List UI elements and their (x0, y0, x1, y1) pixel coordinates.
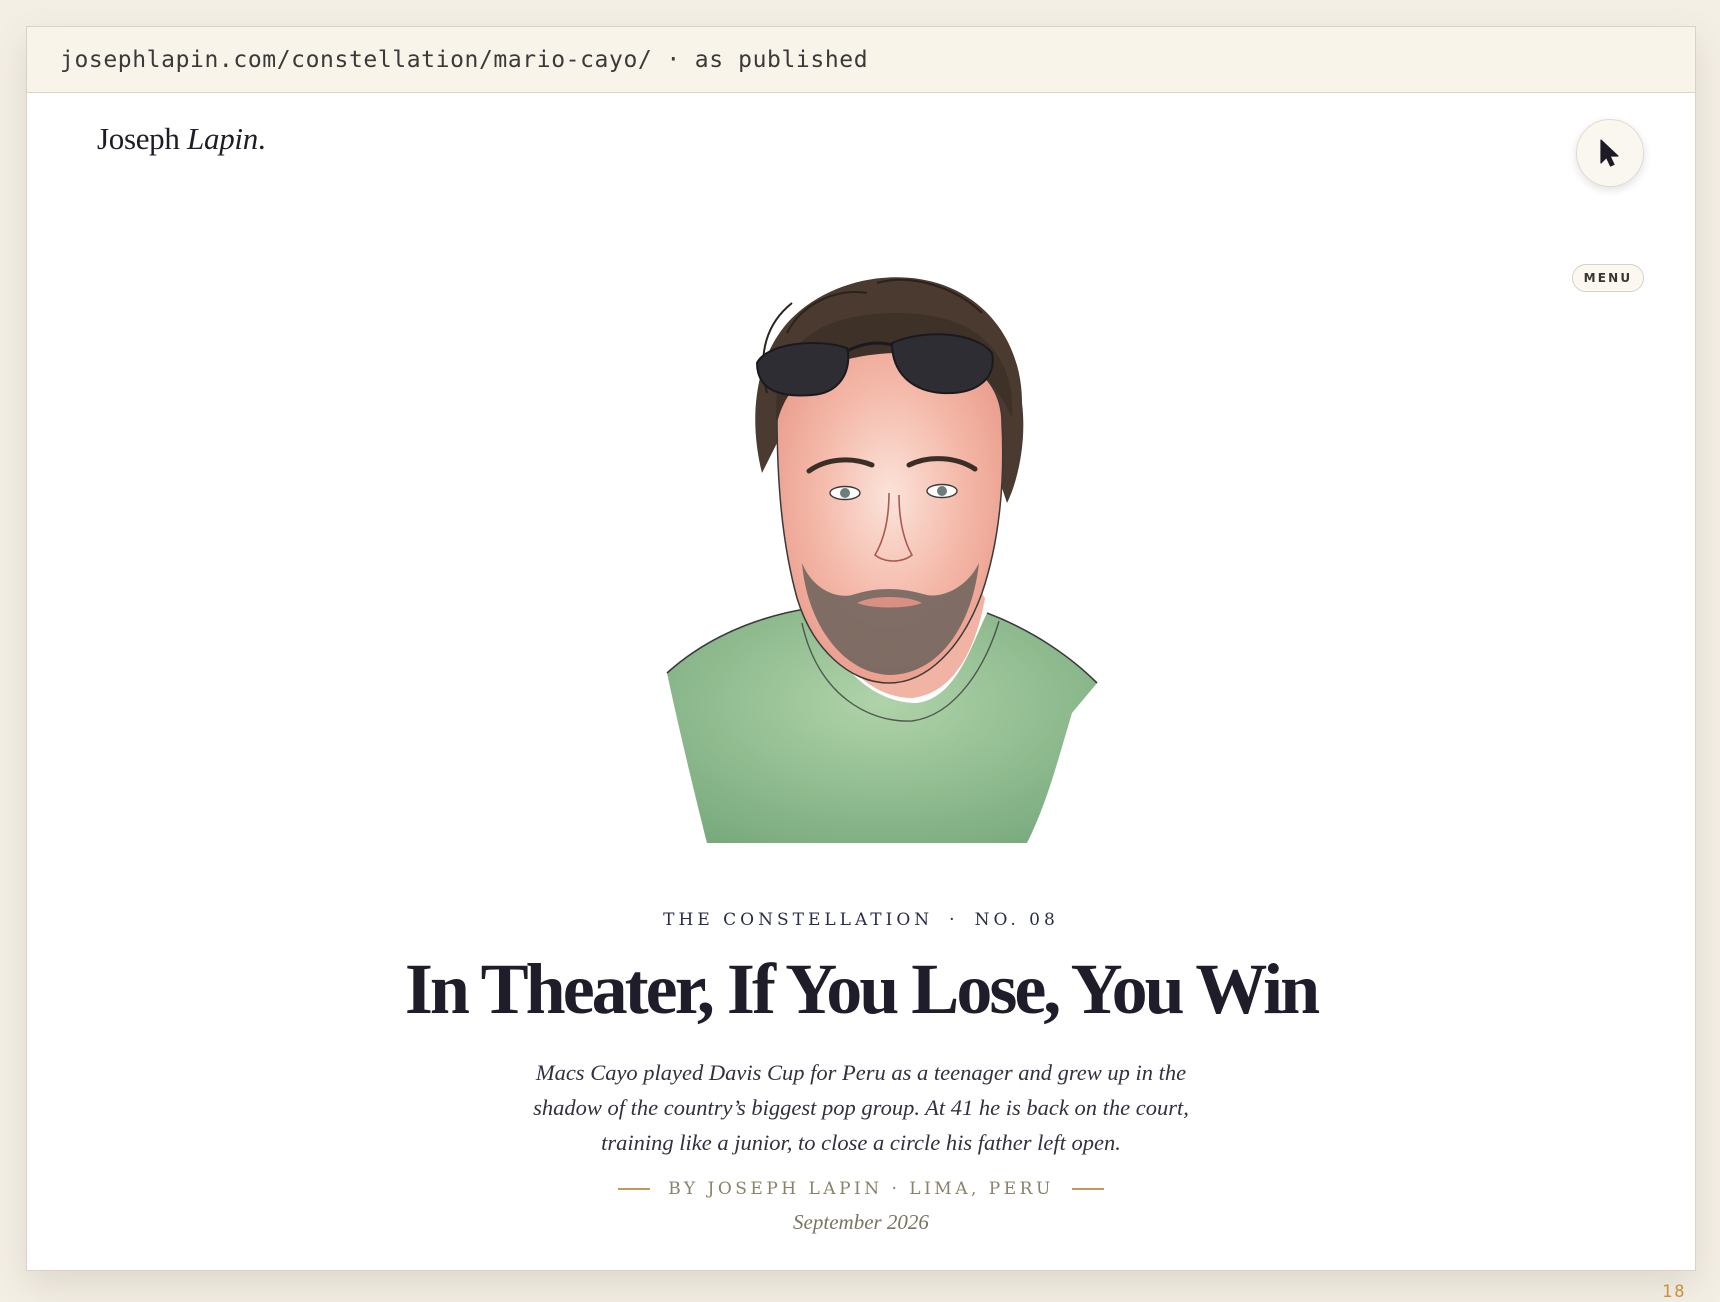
menu-button[interactable]: MENU (1572, 264, 1644, 292)
article-kicker: THE CONSTELLATION · NO. 08 (27, 910, 1695, 930)
publish-date: September 2026 (793, 1210, 929, 1234)
issue-label: NO. 08 (974, 910, 1059, 930)
article-byline: BY JOSEPH LAPIN · LIMA, PERU (668, 1179, 1054, 1199)
article-dek: Macs Cayo played Davis Cup for Peru as a… (533, 1060, 1189, 1155)
article-title: In Theater, If You Lose, You Win (404, 949, 1320, 1029)
kicker-separator: · (949, 910, 959, 930)
page-number: 18 (1662, 1282, 1687, 1302)
cursor-arrow-icon (1600, 139, 1619, 167)
url-status: as published (694, 46, 869, 73)
logo-last-name: Lapin (187, 121, 258, 156)
article-byline-row: BY JOSEPH LAPIN · LIMA, PERU (27, 1179, 1695, 1199)
byline-rule-right (1071, 1188, 1104, 1190)
logo-first-name: Joseph (97, 121, 180, 156)
portrait-illustration (666, 277, 1098, 843)
url-separator: · (666, 46, 681, 73)
site-logo[interactable]: Joseph Lapin. (97, 121, 266, 157)
article-page: Joseph Lapin. MENU THE CONSTELLATION · N… (27, 93, 1695, 1270)
url-bar[interactable]: josephlapin.com/constellation/mario-cayo… (27, 27, 1695, 93)
byline-rule-left (618, 1188, 651, 1190)
browser-window: josephlapin.com/constellation/mario-cayo… (26, 26, 1696, 1271)
series-label[interactable]: THE CONSTELLATION (663, 910, 933, 930)
logo-dot: . (257, 121, 266, 156)
url-text[interactable]: josephlapin.com/constellation/mario-cayo… (60, 47, 652, 73)
cursor-toggle-button[interactable] (1576, 119, 1644, 187)
